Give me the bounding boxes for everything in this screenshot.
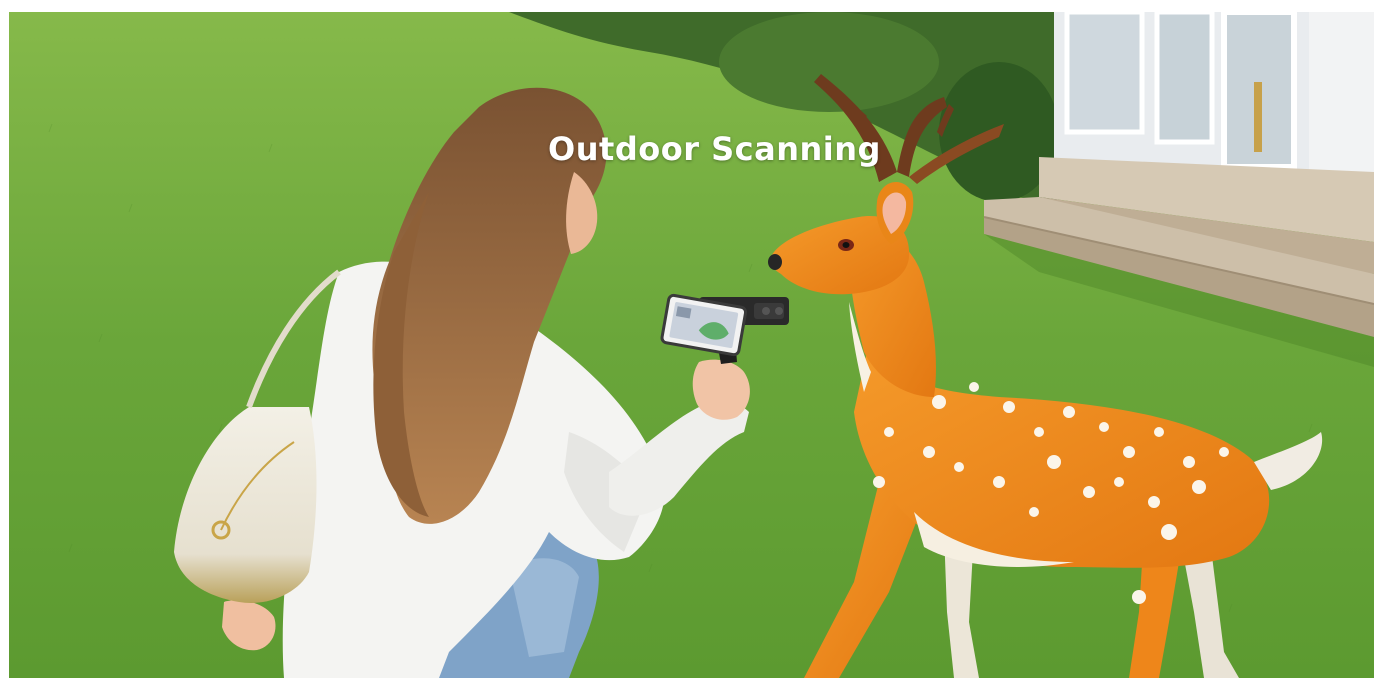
outdoor-scanning-photo	[9, 12, 1374, 678]
hero-banner: Outdoor Scanning	[9, 12, 1374, 678]
shrub	[719, 12, 939, 112]
banner-headline: Outdoor Scanning	[548, 130, 881, 168]
